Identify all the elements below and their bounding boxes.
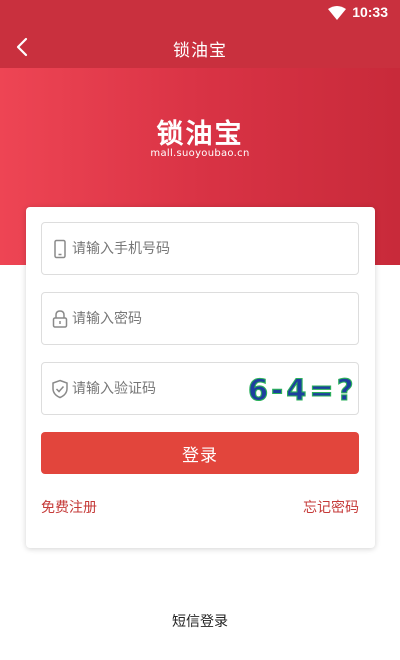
- brand-name: 锁油宝: [156, 119, 244, 150]
- brand-logo: 锁油宝 mall.suoyoubao.cn: [150, 112, 250, 164]
- app-bar: 锁油宝: [0, 26, 400, 68]
- sms-login-link[interactable]: 短信登录: [0, 611, 400, 631]
- captcha-field: 6-4=?: [41, 362, 359, 415]
- login-button[interactable]: 登录: [41, 432, 359, 474]
- register-link[interactable]: 免费注册: [41, 497, 97, 517]
- lock-icon: [52, 310, 68, 328]
- captcha-image[interactable]: 6-4=?: [244, 371, 354, 407]
- phone-icon: [54, 239, 66, 259]
- captcha-text: 6-4=?: [248, 373, 354, 407]
- shield-check-icon: [52, 379, 68, 399]
- password-input[interactable]: [72, 293, 272, 344]
- wifi-icon: [328, 6, 346, 20]
- status-bar: 10:33: [0, 0, 400, 26]
- status-time: 10:33: [352, 4, 388, 20]
- phone-input[interactable]: [72, 223, 272, 274]
- password-field: [41, 292, 359, 345]
- page-title: 锁油宝: [173, 41, 227, 61]
- brand-domain: mall.suoyoubao.cn: [150, 148, 250, 159]
- captcha-input[interactable]: [72, 363, 272, 414]
- login-card: 6-4=? 登录 免费注册 忘记密码: [26, 207, 375, 548]
- phone-field: [41, 222, 359, 275]
- forgot-password-link[interactable]: 忘记密码: [303, 497, 359, 517]
